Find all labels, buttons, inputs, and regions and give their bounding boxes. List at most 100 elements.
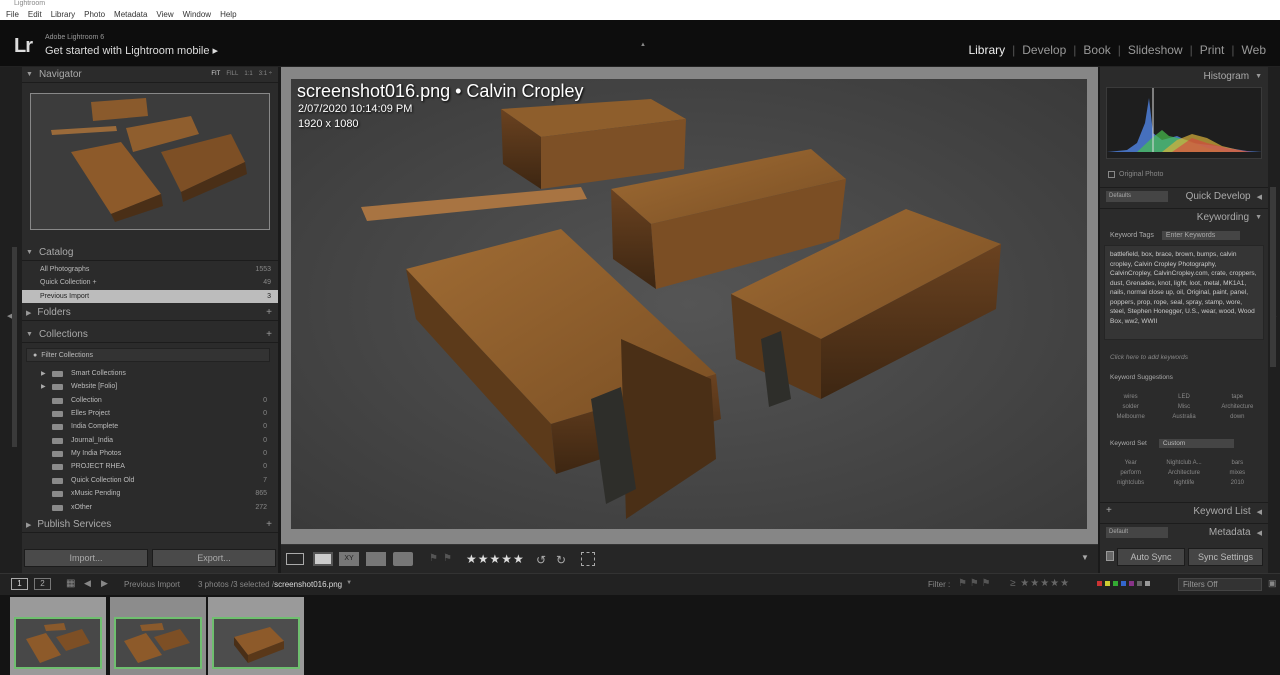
keyword-set-item[interactable]: Architecture xyxy=(1157,470,1210,476)
add-publish-service-icon[interactable]: + xyxy=(266,519,272,530)
top-panel-toggle-icon[interactable]: ▲ xyxy=(640,42,646,48)
auto-sync-button[interactable]: Auto Sync xyxy=(1117,548,1185,566)
filmstrip-source[interactable]: Previous Import xyxy=(124,580,180,589)
collection-item-smart-collections[interactable]: ▶ Smart Collections xyxy=(22,367,278,380)
keyword-suggestion[interactable]: down xyxy=(1211,414,1264,420)
collection-item-elles-project[interactable]: Elles Project 0 xyxy=(22,407,278,420)
zoom-3-1[interactable]: 3:1 ÷ xyxy=(259,71,272,77)
flag-pick-icon[interactable]: ⚑ xyxy=(429,553,438,566)
module-slideshow[interactable]: Slideshow xyxy=(1128,43,1183,57)
filter-collections-input[interactable]: ● Filter Collections xyxy=(26,348,270,362)
current-filename[interactable]: screenshot016.png xyxy=(274,580,342,589)
back-arrow-icon[interactable]: ◀ xyxy=(84,578,91,589)
keywording-header[interactable]: Keywording ▼ xyxy=(1100,208,1268,226)
menu-metadata[interactable]: Metadata xyxy=(114,10,147,19)
toolbar-content-menu-icon[interactable]: ▼ xyxy=(1081,553,1089,566)
saved-preset-select[interactable]: Defaults xyxy=(1106,191,1168,202)
people-view-icon[interactable] xyxy=(393,552,413,566)
grid-view-icon[interactable] xyxy=(286,553,304,565)
metadata-preset-select[interactable]: Default xyxy=(1106,527,1168,538)
expand-triangle-icon[interactable]: ▶ xyxy=(41,383,49,390)
expand-triangle-icon[interactable]: ▶ xyxy=(41,370,49,377)
add-keywords-input[interactable]: Click here to add keywords xyxy=(1110,354,1188,361)
histogram-header[interactable]: Histogram ▼ xyxy=(1100,67,1268,85)
collection-item-quick-collection-old[interactable]: Quick Collection Old 7 xyxy=(22,474,278,487)
left-scrollbar[interactable] xyxy=(12,247,17,447)
color-blue-icon[interactable] xyxy=(1121,581,1126,586)
survey-view-icon[interactable] xyxy=(366,552,386,566)
menu-view[interactable]: View xyxy=(156,10,173,19)
filmstrip-thumbnail-selected[interactable] xyxy=(208,597,304,675)
mobile-promo-link[interactable]: Get started with Lightroom mobile ▸ xyxy=(45,44,218,57)
left-panel-edge[interactable]: ◀ xyxy=(0,67,22,573)
keyword-set-select[interactable]: Custom xyxy=(1158,439,1234,448)
chevron-down-icon[interactable]: ▼ xyxy=(346,580,352,589)
navigator-header[interactable]: ▼ Navigator FIT FILL 1:1 3:1 ÷ xyxy=(22,67,278,83)
flag-reject-icon[interactable]: ⚑ xyxy=(443,553,452,566)
export-button[interactable]: Export... xyxy=(152,549,276,567)
catalog-item-previous-import[interactable]: Previous Import 3 xyxy=(22,290,278,303)
collection-item-my-india-photos[interactable]: My India Photos 0 xyxy=(22,447,278,460)
secondary-window-button[interactable]: 2 xyxy=(34,578,51,590)
color-red-icon[interactable] xyxy=(1097,581,1102,586)
compare-view-icon[interactable]: XY xyxy=(339,552,359,566)
collection-item-project-rhea[interactable]: PROJECT RHEA 0 xyxy=(22,460,278,473)
loupe-view[interactable]: screenshot016.png • Calvin Cropley 2/07/… xyxy=(281,67,1098,544)
menu-edit[interactable]: Edit xyxy=(28,10,42,19)
catalog-item-quick-collection[interactable]: Quick Collection + 49 xyxy=(22,276,278,289)
publish-services-header[interactable]: ▶ Publish Services + xyxy=(22,517,278,533)
collection-item-collection[interactable]: Collection 0 xyxy=(22,394,278,407)
menu-window[interactable]: Window xyxy=(183,10,211,19)
keywords-textarea[interactable]: battlefield, box, brace, brown, bumps, c… xyxy=(1104,245,1264,340)
main-window-button[interactable]: 1 xyxy=(11,578,28,590)
keyword-suggestion[interactable]: tape xyxy=(1211,394,1264,400)
zoom-fill[interactable]: FILL xyxy=(226,71,238,77)
color-label-filter[interactable] xyxy=(1097,581,1150,586)
keyword-suggestion[interactable]: solder xyxy=(1104,404,1157,410)
keyword-set-item[interactable]: mixes xyxy=(1211,470,1264,476)
navigator-preview[interactable] xyxy=(30,93,270,230)
menu-file[interactable]: File xyxy=(6,10,19,19)
keyword-tags-mode-select[interactable]: Enter Keywords xyxy=(1161,231,1240,240)
keyword-set-item[interactable]: Nightclub A... xyxy=(1157,460,1210,466)
sync-settings-button[interactable]: Sync Settings xyxy=(1188,548,1263,566)
grid-icon[interactable]: ▦ xyxy=(66,578,75,589)
keyword-set-item[interactable]: perform xyxy=(1104,470,1157,476)
rotate-right-icon[interactable]: ↻ xyxy=(556,553,566,567)
catalog-header[interactable]: ▼ Catalog xyxy=(22,245,278,261)
zoom-fit[interactable]: FIT xyxy=(211,71,220,77)
collection-item-journal-india[interactable]: Journal_India 0 xyxy=(22,434,278,447)
filter-lock-icon[interactable]: ▣ xyxy=(1268,578,1277,589)
collection-item-website-folio[interactable]: ▶ Website [Folio] xyxy=(22,380,278,393)
zoom-1-1[interactable]: 1:1 xyxy=(244,71,252,77)
keyword-suggestion[interactable]: LED xyxy=(1157,394,1210,400)
loupe-view-icon[interactable] xyxy=(313,552,333,566)
quick-develop-header[interactable]: Defaults Quick Develop ◀ xyxy=(1100,187,1268,205)
module-library[interactable]: Library xyxy=(968,43,1005,57)
keyword-suggestion[interactable]: wires xyxy=(1104,394,1157,400)
forward-arrow-icon[interactable]: ▶ xyxy=(101,578,108,589)
module-book[interactable]: Book xyxy=(1083,43,1110,57)
collection-item-xother[interactable]: xOther 272 xyxy=(22,501,278,514)
filter-preset-select[interactable]: Filters Off xyxy=(1178,578,1262,591)
collections-header[interactable]: ▼ Collections + xyxy=(22,327,278,343)
keyword-set-item[interactable]: Year xyxy=(1104,460,1157,466)
module-print[interactable]: Print xyxy=(1200,43,1225,57)
menu-photo[interactable]: Photo xyxy=(84,10,105,19)
original-photo-checkbox[interactable]: Original Photo xyxy=(1108,171,1163,178)
menu-help[interactable]: Help xyxy=(220,10,236,19)
keyword-set-item[interactable]: nightclubs xyxy=(1104,480,1157,486)
filmstrip-thumbnail[interactable] xyxy=(110,597,206,675)
crop-overlay-icon[interactable] xyxy=(581,552,595,566)
collection-item-xmusic-pending[interactable]: xMusic Pending 865 xyxy=(22,487,278,500)
rating-filter-stars[interactable]: ≥ ★★★★★ xyxy=(1010,578,1070,589)
metadata-header[interactable]: Default Metadata ◀ xyxy=(1100,523,1268,541)
keyword-list-header[interactable]: + Keyword List ◀ xyxy=(1100,502,1268,520)
add-folder-icon[interactable]: + xyxy=(266,307,272,318)
keyword-set-item[interactable]: nightlife xyxy=(1157,480,1210,486)
keyword-suggestion[interactable]: Australia xyxy=(1157,414,1210,420)
add-keyword-icon[interactable]: + xyxy=(1106,505,1112,516)
keyword-suggestion[interactable]: Architecture xyxy=(1211,404,1264,410)
module-develop[interactable]: Develop xyxy=(1022,43,1066,57)
star-rating[interactable]: ★★★★★ xyxy=(466,552,525,566)
